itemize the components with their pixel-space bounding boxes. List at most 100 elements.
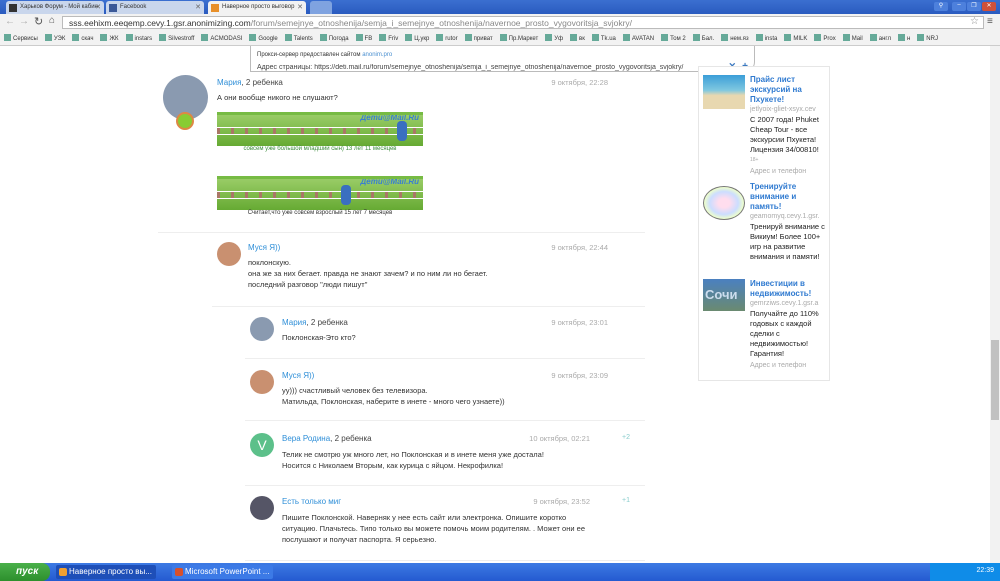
bookmark-item[interactable]: н <box>897 34 910 42</box>
back-icon[interactable]: ← <box>5 16 15 27</box>
tab-kharkov-forum[interactable]: Харьков Форум - Мой кабин ✕ <box>6 1 104 14</box>
author-link[interactable]: Вера Родина <box>282 434 330 443</box>
new-tab-button[interactable] <box>310 1 332 14</box>
bookmark-item[interactable]: Ц.укр <box>405 34 429 42</box>
avatar[interactable]: V <box>250 433 274 457</box>
home-icon[interactable]: ⌂ <box>49 15 55 26</box>
facebook-icon <box>109 4 117 12</box>
banner-caption: совсем уже большой младший сын) 13 лет 1… <box>243 146 397 152</box>
bookmark-item[interactable]: нем.яз <box>721 34 749 42</box>
tab-facebook[interactable]: Facebook ✕ <box>106 1 204 14</box>
vote-count[interactable]: +2 <box>622 434 630 441</box>
author-link[interactable]: Муся Я)) <box>282 371 314 380</box>
bookmark-icon <box>755 34 763 41</box>
close-window-button[interactable]: ✕ <box>982 2 996 11</box>
text-line: поклонскую. <box>248 258 291 267</box>
bookmark-item[interactable]: Уф <box>545 34 563 42</box>
bookmark-icon <box>622 34 630 41</box>
scrollbar-thumb[interactable] <box>991 340 999 420</box>
bookmark-item[interactable]: вк <box>570 34 585 42</box>
bookmark-label: УЭК <box>53 36 66 42</box>
deti-mail-logo: Дети@Mail.Ru <box>360 113 419 122</box>
post-author: Муся Я)) <box>248 243 280 252</box>
ad-title[interactable]: Прайс лист экскурсий на Пхукете! <box>750 75 828 105</box>
bookmark-item[interactable]: ЖК <box>100 34 119 42</box>
bookmark-label: Ц.укр <box>414 36 430 42</box>
scrollbar[interactable] <box>990 46 1000 563</box>
avatar[interactable] <box>250 370 274 394</box>
original-address[interactable]: https://deti.mail.ru/forum/semejnye_otno… <box>314 64 683 71</box>
bookmark-item[interactable]: Silvestroff <box>159 34 194 42</box>
author-link[interactable]: Есть только миг <box>282 497 341 506</box>
reload-icon[interactable]: ↻ <box>34 15 43 28</box>
post-author: Мария, 2 ребенка <box>282 318 348 327</box>
bookmark-item[interactable]: ACMODASI <box>201 34 242 42</box>
minimize-button[interactable]: – <box>952 2 966 11</box>
bookmark-item[interactable]: Google <box>249 34 278 42</box>
avatar[interactable] <box>250 496 274 520</box>
bookmark-item[interactable]: англ <box>869 34 891 42</box>
bookmark-label: ЖК <box>109 36 119 42</box>
menu-icon[interactable]: ≡ <box>987 16 993 27</box>
author-link[interactable]: Муся Я)) <box>248 243 280 252</box>
bookmark-item[interactable]: Сервисы <box>4 34 38 42</box>
avatar[interactable] <box>217 242 241 266</box>
bookmark-item[interactable]: УЭК <box>44 34 66 42</box>
bookmark-item[interactable]: приват <box>464 34 493 42</box>
address-bar[interactable]: sss.eehixm.eeqemp.cevy.1.gsr.anonimizing… <box>62 16 984 29</box>
ad-contact-link[interactable]: Адрес и телефон <box>750 168 828 175</box>
bookmark-item[interactable]: Погода <box>319 34 349 42</box>
bookmark-item[interactable]: rutor <box>436 34 458 42</box>
close-tab-icon[interactable]: ✕ <box>95 3 101 11</box>
restore-button[interactable]: ❐ <box>967 2 981 11</box>
author-link[interactable]: Мария <box>217 78 241 87</box>
bookmark-item[interactable]: instars <box>125 34 152 42</box>
post-author: Вера Родина, 2 ребенка <box>282 434 372 443</box>
bookmark-item[interactable]: AVATAN <box>622 34 654 42</box>
close-tab-icon[interactable]: ✕ <box>297 3 303 11</box>
star-icon[interactable]: ☆ <box>970 16 979 27</box>
post-date: 9 октября, 22:44 <box>551 243 608 252</box>
text-line: Носится с Николаем Вторым, как курица с … <box>282 461 504 470</box>
ad-title[interactable]: Инвестиции в недвижимость! <box>750 279 828 299</box>
bookmark-item[interactable]: Mail <box>842 34 863 42</box>
divider <box>245 485 645 486</box>
bookmark-item[interactable]: Friv <box>379 34 398 42</box>
bookmark-item[interactable]: Tk.ua <box>591 34 616 42</box>
post-author: Мария, 2 ребенка <box>217 78 283 87</box>
bookmark-item[interactable]: NRJ <box>917 34 938 42</box>
user-icon[interactable]: ⚲ <box>934 2 948 11</box>
favicon-icon <box>211 4 219 12</box>
bookmark-item[interactable]: Talents <box>284 34 313 42</box>
powerpoint-icon <box>175 568 183 576</box>
bookmark-item[interactable]: Пр.Маркет <box>499 34 538 42</box>
ad-contact-link[interactable]: Адрес и телефон <box>750 362 828 369</box>
bookmark-label: Уф <box>554 36 564 42</box>
bookmark-icon <box>405 34 413 41</box>
bookmark-item[interactable]: Prox <box>814 34 836 42</box>
start-label: пуск <box>16 566 39 577</box>
author-link[interactable]: Мария <box>282 318 306 327</box>
start-button[interactable]: пуск <box>0 563 50 581</box>
bookmark-item[interactable]: Том 2 <box>661 34 686 42</box>
system-tray: 22:39 <box>930 563 1000 581</box>
close-tab-icon[interactable]: ✕ <box>195 3 201 11</box>
text-line: Поклонская-Это кто? <box>282 333 356 342</box>
avatar[interactable] <box>250 317 274 341</box>
proxy-site-link[interactable]: anonim.pro <box>362 52 392 58</box>
vote-count[interactable]: +1 <box>622 497 630 504</box>
ad-title[interactable]: Тренируйте внимание и память! <box>750 182 828 212</box>
bookmark-item[interactable]: Бал. <box>692 34 714 42</box>
bookmark-item[interactable]: FB <box>355 34 372 42</box>
bookmark-label: Mail <box>851 36 863 42</box>
bookmark-item[interactable]: скач <box>72 34 93 42</box>
bookmark-label: NRJ <box>926 36 938 42</box>
tab-current[interactable]: Наверное просто выговор ✕ <box>208 1 306 14</box>
bookmark-label: Google <box>258 36 278 42</box>
forward-icon[interactable]: → <box>19 16 29 27</box>
post-author: Муся Я)) <box>282 371 314 380</box>
bookmark-item[interactable]: insta <box>755 34 777 42</box>
bookmark-item[interactable]: MILK <box>784 34 807 42</box>
task-browser[interactable]: Наверное просто вы... <box>56 565 156 579</box>
task-powerpoint[interactable]: Microsoft PowerPoint ... <box>172 565 274 579</box>
